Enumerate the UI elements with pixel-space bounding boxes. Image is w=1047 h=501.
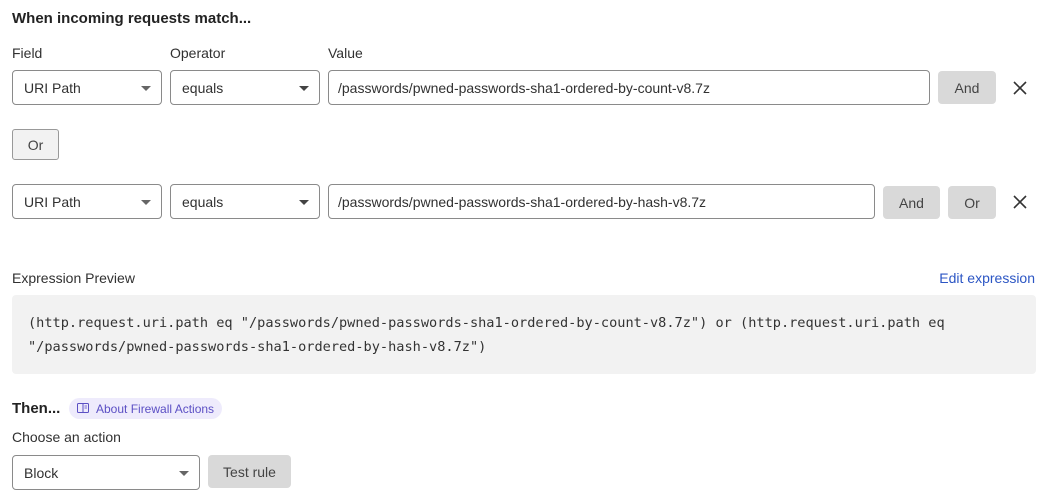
- value-input-2-text: /passwords/pwned-passwords-sha1-ordered-…: [338, 193, 707, 210]
- about-firewall-actions-label: About Firewall Actions: [96, 401, 215, 416]
- expression-preview-box: (http.request.uri.path eq "/passwords/pw…: [12, 295, 1036, 374]
- test-rule-button[interactable]: Test rule: [208, 455, 291, 488]
- chevron-down-icon: [179, 471, 189, 476]
- operator-select-1[interactable]: equals: [170, 70, 320, 105]
- chevron-down-icon: [299, 86, 309, 91]
- choose-action-label: Choose an action: [12, 429, 121, 445]
- operator-select-2[interactable]: equals: [170, 184, 320, 219]
- section-heading: When incoming requests match...: [12, 10, 252, 27]
- and-button-1[interactable]: And: [938, 71, 996, 104]
- chevron-down-icon: [141, 200, 151, 205]
- expression-line-1: (http.request.uri.path eq "/passwords/pw…: [28, 315, 945, 331]
- chevron-down-icon: [299, 200, 309, 205]
- field-column-label: Field: [12, 45, 43, 61]
- operator-select-1-value: equals: [182, 79, 224, 96]
- expression-line-2: "/passwords/pwned-passwords-sha1-ordered…: [28, 339, 487, 355]
- about-firewall-actions-link[interactable]: About Firewall Actions: [69, 398, 223, 419]
- and-button-2[interactable]: And: [883, 186, 940, 219]
- close-icon[interactable]: [1012, 194, 1028, 210]
- field-select-1-value: URI Path: [24, 79, 81, 96]
- expression-preview-label: Expression Preview: [12, 270, 135, 286]
- edit-expression-link[interactable]: Edit expression: [939, 270, 1035, 286]
- close-icon[interactable]: [1012, 80, 1028, 96]
- field-select-2[interactable]: URI Path: [12, 184, 162, 219]
- value-input-1[interactable]: /passwords/pwned-passwords-sha1-ordered-…: [328, 70, 930, 105]
- field-select-1[interactable]: URI Path: [12, 70, 162, 105]
- value-input-2[interactable]: /passwords/pwned-passwords-sha1-ordered-…: [328, 184, 875, 219]
- field-select-2-value: URI Path: [24, 193, 81, 210]
- book-icon: [77, 402, 89, 416]
- value-column-label: Value: [328, 45, 363, 61]
- operator-select-2-value: equals: [182, 193, 224, 210]
- or-separator-button[interactable]: Or: [12, 129, 59, 160]
- chevron-down-icon: [141, 86, 151, 91]
- action-select-value: Block: [24, 464, 59, 481]
- or-button-2[interactable]: Or: [948, 186, 996, 219]
- operator-column-label: Operator: [170, 45, 226, 61]
- then-heading: Then...: [12, 400, 61, 417]
- value-input-1-text: /passwords/pwned-passwords-sha1-ordered-…: [338, 79, 710, 96]
- action-select[interactable]: Block: [12, 455, 200, 490]
